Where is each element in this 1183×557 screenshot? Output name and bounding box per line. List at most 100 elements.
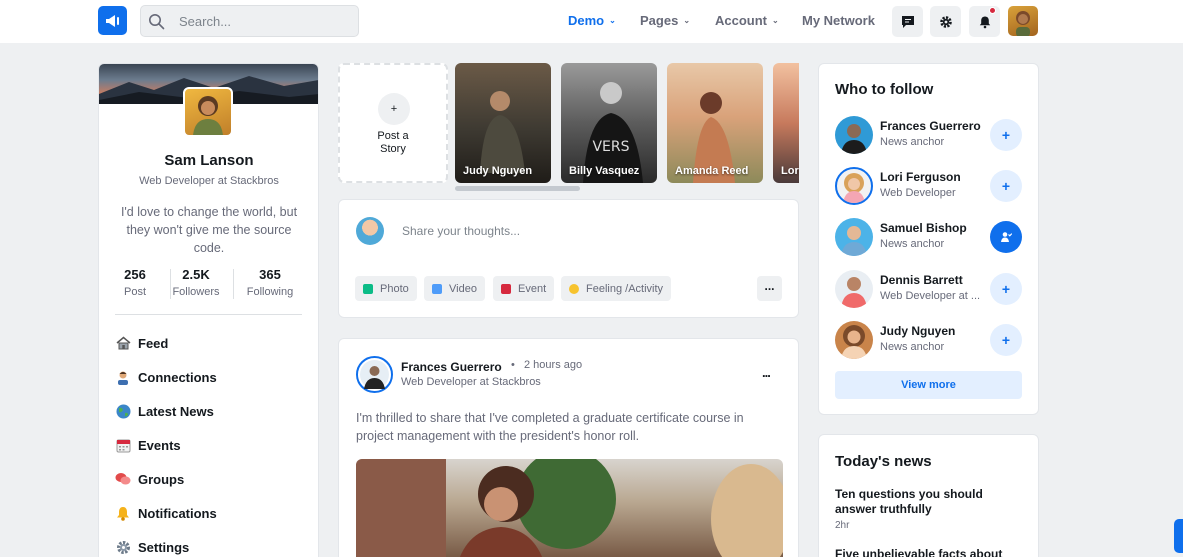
post-author-avatar[interactable] bbox=[356, 356, 393, 393]
menu-item-label: Connections bbox=[138, 369, 217, 385]
settings-button[interactable] bbox=[930, 6, 961, 37]
menu-item-label: Notifications bbox=[138, 505, 217, 521]
image-icon bbox=[363, 283, 373, 294]
chevron-down-icon: ⌄ bbox=[772, 16, 779, 25]
notifications-button[interactable] bbox=[969, 6, 1000, 37]
profile-avatar[interactable] bbox=[183, 87, 233, 137]
event-button[interactable]: Event bbox=[493, 276, 555, 301]
post-image[interactable] bbox=[356, 459, 783, 557]
feeling-activity-button[interactable]: Feeling /Activity bbox=[561, 276, 672, 301]
news-headline[interactable]: Ten questions you should answer truthful… bbox=[835, 487, 1020, 517]
notification-dot bbox=[989, 7, 996, 14]
photo-label: Photo bbox=[380, 282, 409, 295]
story-card[interactable]: Judy Nguyen bbox=[455, 63, 551, 183]
stat-followers: 2.5K Followers bbox=[161, 267, 231, 298]
follow-role: News anchor bbox=[880, 136, 945, 148]
avatar[interactable] bbox=[835, 167, 873, 205]
nav-my-network[interactable]: My Network bbox=[802, 13, 875, 28]
gear-icon bbox=[115, 539, 131, 555]
following-button[interactable] bbox=[990, 221, 1022, 253]
user-avatar[interactable] bbox=[1008, 6, 1038, 36]
todays-news-title: Today's news bbox=[835, 453, 932, 470]
post-more-button[interactable]: ... bbox=[762, 365, 771, 380]
menu-item-latest-news[interactable]: Latest News bbox=[115, 403, 214, 419]
follow-button[interactable]: + bbox=[990, 119, 1022, 151]
search-input[interactable]: Search... bbox=[179, 14, 231, 29]
stat-label: Following bbox=[246, 286, 294, 298]
who-to-follow-title: Who to follow bbox=[835, 81, 934, 98]
photo-button[interactable]: Photo bbox=[355, 276, 417, 301]
stat-value: 2.5K bbox=[182, 267, 210, 282]
side-floating-button[interactable] bbox=[1174, 519, 1183, 553]
more-options-button[interactable]: ... bbox=[757, 276, 782, 301]
stories-scrollbar[interactable] bbox=[455, 186, 580, 191]
video-button[interactable]: Video bbox=[424, 276, 485, 301]
news-headline[interactable]: Five unbelievable facts about bbox=[835, 547, 1020, 557]
share-input[interactable]: Share your thoughts... bbox=[402, 224, 520, 238]
avatar[interactable] bbox=[835, 218, 873, 256]
messages-button[interactable] bbox=[892, 6, 923, 37]
post-author-role: Web Developer at Stackbros bbox=[401, 376, 541, 388]
stat-value: 256 bbox=[124, 267, 146, 282]
menu-item-notifications[interactable]: Notifications bbox=[115, 505, 217, 521]
bell-icon bbox=[115, 505, 131, 521]
nav-pages[interactable]: Pages ⌄ bbox=[640, 13, 690, 28]
post-time: 2 hours ago bbox=[524, 359, 583, 371]
menu-item-label: Groups bbox=[138, 471, 185, 487]
chevron-down-icon: ⌄ bbox=[609, 16, 616, 25]
stat-label: Post bbox=[123, 286, 146, 298]
nav-my-network-label: My Network bbox=[802, 13, 875, 28]
app-logo[interactable] bbox=[98, 6, 127, 35]
avatar[interactable] bbox=[835, 321, 873, 359]
menu-item-events[interactable]: Events bbox=[115, 437, 181, 453]
follow-button[interactable]: + bbox=[990, 170, 1022, 202]
menu-item-groups[interactable]: Groups bbox=[115, 471, 184, 487]
profile-title: Web Developer at Stackbros bbox=[139, 175, 279, 187]
video-label: Video bbox=[449, 282, 477, 295]
smile-icon bbox=[569, 283, 579, 294]
plus-icon: + bbox=[378, 93, 410, 125]
post-card: Frances Guerrero • 2 hours ago Web Devel… bbox=[338, 338, 799, 557]
follow-name[interactable]: Judy Nguyen bbox=[880, 324, 955, 338]
menu-item-label: Feed bbox=[138, 335, 169, 351]
calendar-icon bbox=[115, 437, 131, 453]
person-check-icon bbox=[1001, 232, 1012, 242]
follow-name[interactable]: Dennis Barrett bbox=[880, 273, 963, 287]
nav-account[interactable]: Account ⌄ bbox=[715, 13, 779, 28]
search-box[interactable]: Search... bbox=[140, 5, 359, 37]
follow-name[interactable]: Samuel Bishop bbox=[880, 221, 967, 235]
feeling-label: Feeling /Activity bbox=[586, 282, 664, 295]
avatar-image bbox=[360, 360, 389, 389]
follow-button[interactable]: + bbox=[990, 273, 1022, 305]
menu-item-feed[interactable]: Feed bbox=[115, 335, 168, 351]
avatar[interactable] bbox=[835, 116, 873, 154]
follow-name[interactable]: Frances Guerrero bbox=[880, 119, 981, 133]
story-name: Judy Nguyen bbox=[463, 165, 533, 177]
follow-name[interactable]: Lori Ferguson bbox=[880, 170, 961, 184]
menu-item-settings[interactable]: Settings bbox=[115, 539, 189, 555]
divider bbox=[233, 269, 234, 299]
nav-demo-label: Demo bbox=[568, 13, 605, 28]
follow-button[interactable]: + bbox=[990, 324, 1022, 356]
avatar[interactable] bbox=[835, 270, 873, 308]
stat-posts: 256 Post bbox=[100, 267, 170, 298]
globe-icon bbox=[115, 403, 131, 419]
follow-role: News anchor bbox=[880, 341, 945, 353]
svg-text:VERS: VERS bbox=[592, 139, 629, 155]
follow-role: News anchor bbox=[880, 238, 945, 250]
plus-icon: + bbox=[1001, 281, 1011, 297]
post-author-name[interactable]: Frances Guerrero bbox=[401, 360, 502, 374]
who-to-follow-card: Who to follow Frances Guerrero News anch… bbox=[818, 63, 1039, 415]
plus-icon: + bbox=[1001, 178, 1011, 194]
profile-name[interactable]: Sam Lanson bbox=[99, 152, 318, 169]
story-card[interactable]: Amanda Reed bbox=[667, 63, 763, 183]
story-card[interactable]: Lori bbox=[773, 63, 799, 183]
story-card[interactable]: VERS Billy Vasquez bbox=[561, 63, 657, 183]
profile-bio: I'd love to change the world, but they w… bbox=[120, 205, 298, 255]
menu-item-connections[interactable]: Connections bbox=[115, 369, 217, 385]
post-story-button[interactable]: + Post a Story bbox=[338, 63, 448, 183]
share-card: Share your thoughts... Photo Video Event… bbox=[338, 199, 799, 318]
nav-demo[interactable]: Demo ⌄ bbox=[568, 13, 616, 28]
follow-suggestion: Judy Nguyen News anchor + bbox=[835, 321, 1025, 361]
view-more-button[interactable]: View more bbox=[835, 371, 1022, 399]
